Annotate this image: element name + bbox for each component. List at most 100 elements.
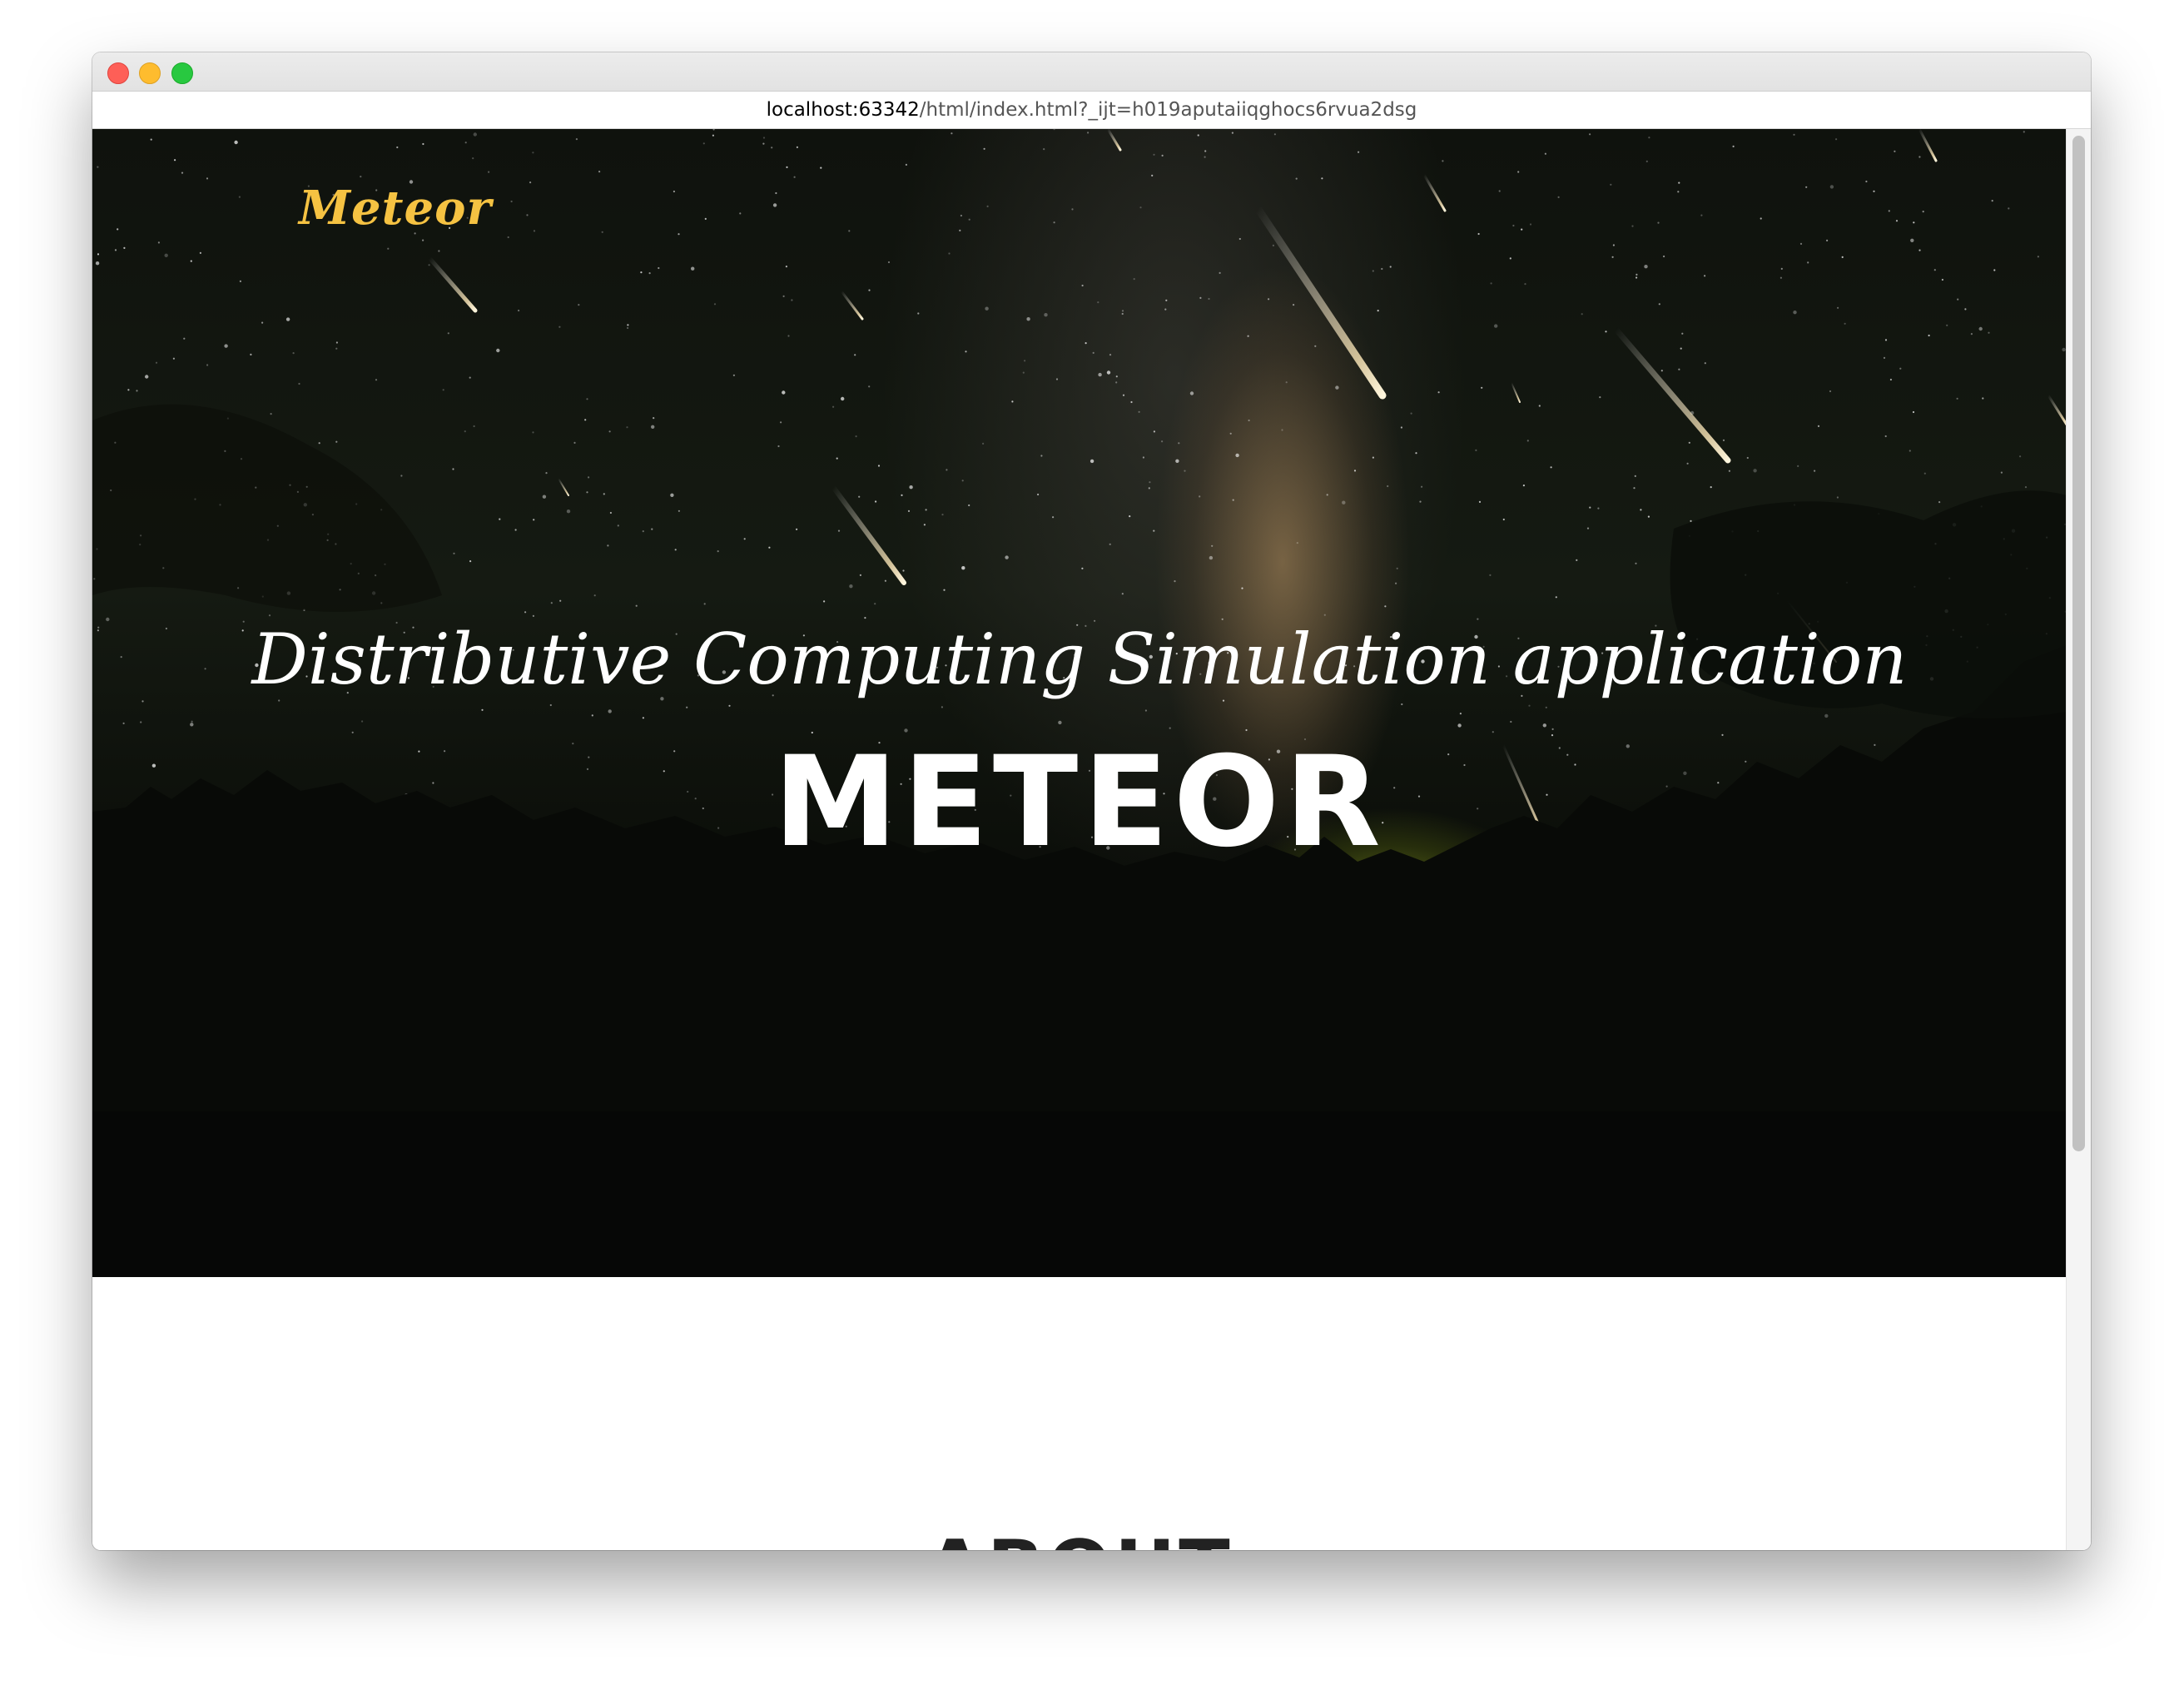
- star: [1204, 156, 1206, 158]
- star: [1384, 605, 1387, 608]
- star: [549, 703, 552, 707]
- star: [1524, 283, 1526, 286]
- star: [1115, 381, 1118, 384]
- star: [1335, 385, 1339, 390]
- star: [1490, 282, 1492, 285]
- star: [1704, 275, 1706, 277]
- star: [787, 335, 790, 337]
- star: [782, 390, 786, 395]
- star: [1922, 211, 1924, 213]
- star: [1710, 486, 1712, 489]
- star: [836, 457, 838, 460]
- star: [712, 129, 715, 131]
- star: [771, 147, 773, 149]
- star: [174, 159, 176, 162]
- star: [823, 600, 826, 603]
- star: [1121, 310, 1124, 312]
- star: [1400, 426, 1402, 429]
- star: [1296, 542, 1298, 544]
- star: [335, 440, 338, 443]
- star: [1377, 310, 1379, 312]
- star: [2008, 207, 2010, 210]
- star: [1052, 516, 1055, 519]
- star: [1611, 256, 1614, 258]
- star: [1829, 185, 1834, 189]
- star: [832, 405, 835, 408]
- star: [2023, 131, 2025, 133]
- star: [1097, 301, 1099, 304]
- star: [1098, 372, 1102, 377]
- star: [529, 181, 532, 184]
- star: [1071, 208, 1074, 211]
- zoom-window-button[interactable]: [171, 62, 193, 84]
- star: [1459, 713, 1462, 715]
- star: [400, 475, 403, 477]
- star: [728, 704, 731, 707]
- star: [1169, 727, 1171, 729]
- star: [1026, 317, 1030, 321]
- star: [626, 426, 628, 429]
- star: [607, 544, 609, 547]
- star: [1122, 394, 1125, 396]
- star: [917, 312, 920, 315]
- star: [946, 469, 948, 471]
- star: [1521, 228, 1523, 231]
- star: [1053, 129, 1055, 131]
- brand-logo[interactable]: Meteor: [299, 181, 492, 236]
- minimize-window-button[interactable]: [139, 62, 161, 84]
- star: [796, 146, 799, 148]
- star: [292, 352, 295, 355]
- star: [793, 176, 796, 178]
- star: [1837, 306, 1839, 309]
- star: [190, 260, 192, 262]
- address-bar[interactable]: localhost:63342/html/index.html?_ijt=h01…: [92, 92, 2091, 129]
- vertical-scrollbar[interactable]: [2066, 129, 2091, 1550]
- star: [1946, 324, 1948, 326]
- star: [1704, 362, 1706, 365]
- star: [1381, 267, 1383, 271]
- star: [1161, 440, 1164, 443]
- star: [796, 528, 798, 530]
- star: [550, 602, 553, 604]
- star: [1589, 133, 1591, 136]
- star: [1970, 333, 1973, 336]
- star: [181, 171, 184, 174]
- star: [1895, 220, 1899, 222]
- star: [573, 441, 576, 444]
- star: [586, 398, 588, 400]
- star: [442, 389, 444, 391]
- star: [524, 611, 527, 614]
- star: [1956, 397, 1958, 400]
- star: [1130, 400, 1133, 404]
- star: [140, 721, 142, 723]
- scrollbar-thumb[interactable]: [2072, 136, 2085, 1151]
- star: [1634, 475, 1636, 477]
- star: [1189, 391, 1194, 395]
- star: [1884, 435, 1887, 438]
- star: [1109, 543, 1111, 545]
- star: [1793, 133, 1795, 136]
- star: [1648, 137, 1650, 139]
- star: [1142, 456, 1144, 459]
- about-heading: ABOUT: [92, 1531, 2067, 1551]
- star: [1918, 156, 1921, 158]
- star: [1109, 354, 1112, 356]
- star: [1011, 400, 1014, 403]
- star: [1421, 485, 1423, 488]
- star: [648, 272, 651, 275]
- star: [481, 708, 484, 711]
- star: [983, 147, 985, 150]
- star: [901, 494, 903, 496]
- star: [452, 468, 454, 470]
- star: [1894, 150, 1896, 152]
- star: [670, 493, 674, 497]
- star: [164, 253, 168, 257]
- star: [183, 337, 186, 340]
- star: [1988, 331, 1990, 334]
- lake-reflection: [92, 1111, 2067, 1277]
- star: [191, 720, 193, 723]
- star: [1148, 487, 1150, 490]
- star: [1517, 171, 1520, 173]
- close-window-button[interactable]: [107, 62, 129, 84]
- star: [499, 518, 501, 520]
